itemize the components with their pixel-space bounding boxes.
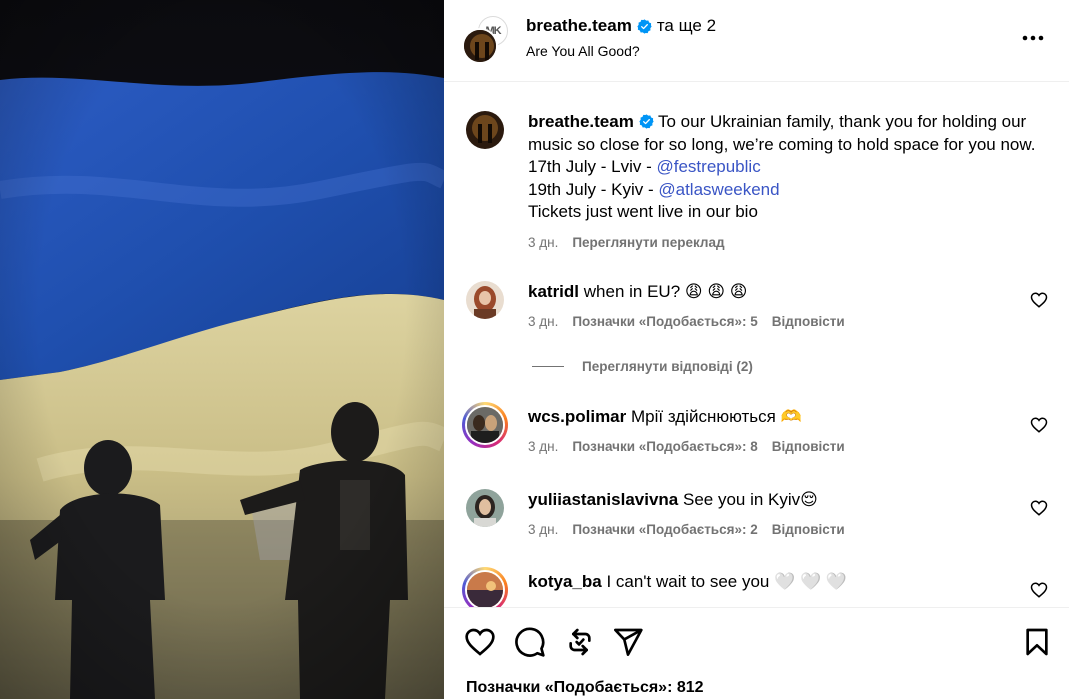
mention-atlasweekend[interactable]: @atlasweekend xyxy=(658,180,779,199)
comment-emoji: 😌 xyxy=(800,490,818,509)
reply-button[interactable]: Відповісти xyxy=(772,314,845,329)
comment-body: See you in Kyiv xyxy=(682,490,801,509)
more-options-button[interactable] xyxy=(1021,26,1045,50)
comment-text: kotya_ba I can't wait to see you 🤍 🤍 🤍 xyxy=(528,571,1056,593)
caption-username[interactable]: breathe.team xyxy=(528,112,634,131)
heart-icon[interactable] xyxy=(1030,291,1048,309)
post-media[interactable] xyxy=(0,0,444,699)
comment-username[interactable]: katridl xyxy=(528,282,579,301)
avatar-image xyxy=(466,489,504,527)
verified-badge-icon xyxy=(638,114,654,129)
avatar-image xyxy=(467,572,503,607)
heart-icon[interactable] xyxy=(1030,416,1048,434)
reply-button[interactable]: Відповісти xyxy=(772,439,845,454)
comment-likes[interactable]: Позначки «Подобається»: 5 xyxy=(572,314,757,329)
view-replies-label: Переглянути відповіді (2) xyxy=(582,359,753,374)
replies-divider xyxy=(532,366,564,367)
post-header: MK breathe.team та ще 2 Are You All Good… xyxy=(444,0,1069,82)
heart-icon[interactable] xyxy=(464,626,496,658)
comment-text: yuliiastanislavivna See you in Kyiv😌 xyxy=(528,489,1056,511)
comment-emoji: 😩 😩 😩 xyxy=(684,282,748,301)
comment-icon[interactable] xyxy=(514,626,546,658)
comment-emoji: 🤍 🤍 🤍 xyxy=(774,572,848,591)
audio-title[interactable]: Are You All Good? xyxy=(526,43,640,59)
post-actions-bar: Позначки «Подобається»: 812 xyxy=(444,607,1069,699)
comment-body: I can't wait to see you xyxy=(606,572,770,591)
comment-body: when in EU? xyxy=(583,282,681,301)
comment-item: kotya_ba I can't wait to see you 🤍 🤍 🤍 xyxy=(462,567,1056,607)
comment-time[interactable]: 3 дн. xyxy=(528,439,558,454)
comment-avatar[interactable] xyxy=(466,281,504,319)
post-photo xyxy=(0,0,444,699)
comment-item: yuliiastanislavivna See you in Kyiv😌 3 д… xyxy=(466,489,1056,537)
repost-icon[interactable] xyxy=(564,626,596,658)
comment-meta: 3 дн. Позначки «Подобається»: 5 Відповіс… xyxy=(528,314,1056,329)
share-icon[interactable] xyxy=(612,626,644,658)
avatar-image xyxy=(467,407,503,443)
caption-line-kyiv: 19th July - Kyiv - xyxy=(528,179,659,199)
author-avatar[interactable] xyxy=(462,28,498,64)
caption-line-tickets: Tickets just went live in our bio xyxy=(528,202,758,221)
comments-section[interactable]: breathe.team To our Ukrainian family, th… xyxy=(444,83,1069,607)
coauthor-avatars[interactable]: MK xyxy=(462,16,512,66)
comment-avatar[interactable] xyxy=(466,489,504,527)
verified-badge-icon xyxy=(637,18,652,34)
reply-button[interactable]: Відповісти xyxy=(772,522,845,537)
comment-username[interactable]: wcs.polimar xyxy=(528,407,626,426)
translate-button[interactable]: Переглянути переклад xyxy=(572,235,724,250)
post-author-line: breathe.team та ще 2 xyxy=(526,16,716,36)
comment-body: Мрії здійснюються xyxy=(631,407,776,426)
post-detail-panel: MK breathe.team та ще 2 Are You All Good… xyxy=(444,0,1069,699)
caption-meta: 3 дн. Переглянути переклад xyxy=(528,235,1056,250)
comment-username[interactable]: kotya_ba xyxy=(528,572,602,591)
author-username[interactable]: breathe.team xyxy=(526,16,632,36)
heart-icon[interactable] xyxy=(1030,499,1048,517)
avatar-image xyxy=(466,281,504,319)
comment-text: katridl when in EU? 😩 😩 😩 xyxy=(528,281,1056,303)
post-caption: breathe.team To our Ukrainian family, th… xyxy=(466,111,1056,250)
comment-meta: 3 дн. Позначки «Подобається»: 8 Відповіс… xyxy=(528,439,1056,454)
avatar-image xyxy=(464,30,496,62)
caption-text: breathe.team To our Ukrainian family, th… xyxy=(528,111,1056,224)
comment-likes[interactable]: Позначки «Подобається»: 2 xyxy=(572,522,757,537)
mention-festrepublic[interactable]: @festrepublic xyxy=(657,157,761,176)
comment-time[interactable]: 3 дн. xyxy=(528,314,558,329)
comment-time[interactable]: 3 дн. xyxy=(528,522,558,537)
save-icon[interactable] xyxy=(1021,626,1053,658)
comment-text: wcs.polimar Мрії здійснюються 🫶 xyxy=(528,406,1056,428)
post-likes-count[interactable]: Позначки «Подобається»: 812 xyxy=(466,679,704,697)
comment-avatar-story[interactable] xyxy=(462,402,508,448)
comment-meta: 3 дн. Позначки «Подобається»: 2 Відповіс… xyxy=(528,522,1056,537)
more-options-icon xyxy=(1022,35,1044,41)
view-replies-button[interactable]: Переглянути відповіді (2) xyxy=(532,359,753,374)
comment-likes[interactable]: Позначки «Подобається»: 8 xyxy=(572,439,757,454)
comment-avatar-story[interactable] xyxy=(462,567,508,607)
heart-icon[interactable] xyxy=(1030,581,1048,599)
comment-item: wcs.polimar Мрії здійснюються 🫶 3 дн. По… xyxy=(462,402,1056,454)
comment-emoji: 🫶 xyxy=(780,407,802,426)
avatar-image xyxy=(466,111,504,149)
caption-line-lviv: 17th July - Lviv - xyxy=(528,157,657,176)
coauthors-link[interactable]: та ще 2 xyxy=(657,16,716,36)
comment-item: katridl when in EU? 😩 😩 😩 3 дн. Позначки… xyxy=(466,281,1056,329)
comment-username[interactable]: yuliiastanislavivna xyxy=(528,490,678,509)
caption-time[interactable]: 3 дн. xyxy=(528,235,558,250)
caption-avatar[interactable] xyxy=(466,111,504,149)
